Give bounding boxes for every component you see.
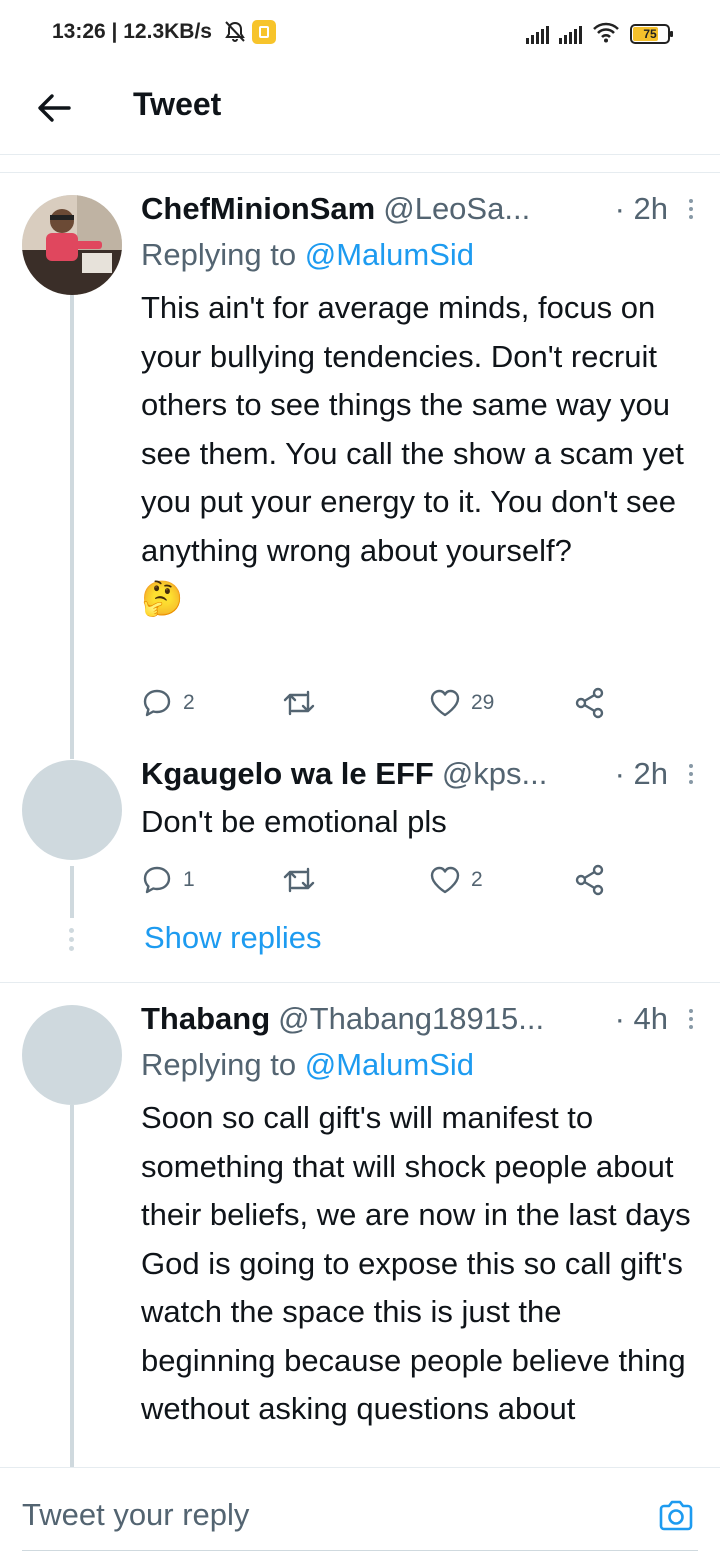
thread-continuation-dots: [69, 928, 74, 951]
signal-icon: [526, 24, 549, 44]
thinking-face-emoji: 🤔: [141, 580, 184, 618]
replying-to: Replying to @MalumSid: [141, 1047, 474, 1083]
mention-link[interactable]: @MalumSid: [305, 237, 474, 272]
tweet-text: This ain't for average minds, focus on y…: [141, 284, 701, 623]
tweet-chefminionsam[interactable]: ChefMinionSam @LeoSa... · 2h Replying to…: [0, 172, 720, 759]
reply-button[interactable]: 2: [141, 683, 195, 723]
handle[interactable]: @kps...: [442, 756, 607, 792]
heart-icon: [430, 866, 460, 894]
display-name[interactable]: ChefMinionSam: [141, 191, 375, 227]
avatar[interactable]: [22, 195, 122, 295]
handle[interactable]: @Thabang18915...: [278, 1001, 606, 1037]
share-icon: [575, 687, 604, 719]
thread-line: [70, 866, 74, 918]
mute-icon: [224, 20, 246, 49]
like-button[interactable]: 29: [429, 683, 494, 723]
tweet-body: This ain't for average minds, focus on y…: [141, 290, 684, 568]
more-options-button[interactable]: [682, 194, 700, 224]
replying-to-prefix: Replying to: [141, 237, 297, 272]
status-time: 13:26 | 12.3KB/s: [52, 20, 212, 43]
reply-icon: [143, 689, 171, 717]
camera-icon: [659, 1500, 693, 1531]
share-button[interactable]: [574, 683, 606, 723]
battery-level: 75: [643, 27, 657, 41]
retweet-button[interactable]: [281, 860, 327, 900]
status-bar: 13:26 | 12.3KB/s 75: [0, 0, 720, 64]
more-options-button[interactable]: [682, 759, 700, 789]
retweet-button[interactable]: [281, 683, 327, 723]
tweet-kgaugelo[interactable]: Kgaugelo wa le EFF @kps... · 2h Don't be…: [0, 752, 720, 982]
thread-line: [70, 1105, 74, 1468]
reply-count: 2: [183, 691, 195, 714]
replying-to: Replying to @MalumSid: [141, 237, 474, 273]
reply-icon: [143, 866, 171, 894]
reply-underline: [22, 1550, 698, 1551]
mention-link[interactable]: @MalumSid: [305, 1047, 474, 1082]
thread-line: [70, 295, 74, 759]
retweet-icon: [283, 690, 315, 716]
back-arrow-icon: [38, 94, 71, 122]
avatar[interactable]: [22, 760, 122, 860]
share-button[interactable]: [574, 860, 606, 900]
camera-button[interactable]: [656, 1496, 696, 1536]
display-name[interactable]: Thabang: [141, 1001, 270, 1037]
battery-icon: 75: [630, 24, 673, 44]
tweet-body: Soon so call gift's will manifest to som…: [141, 1100, 691, 1426]
display-name[interactable]: Kgaugelo wa le EFF: [141, 756, 434, 792]
page-title: Tweet: [133, 86, 222, 122]
heart-icon: [430, 689, 460, 717]
tweet-actions: 1 2: [141, 860, 621, 900]
app-notification-icon: [252, 20, 276, 44]
tweet-text: Soon so call gift's will manifest to som…: [141, 1094, 701, 1434]
tweet-thabang[interactable]: Thabang @Thabang18915... · 4h Replying t…: [0, 982, 720, 1468]
show-replies-link[interactable]: Show replies: [144, 920, 321, 956]
signal-icon: [559, 24, 582, 44]
retweet-icon: [283, 867, 315, 893]
handle[interactable]: @LeoSa...: [383, 191, 606, 227]
tweet-time: · 2h: [614, 756, 668, 791]
share-icon: [575, 864, 604, 896]
avatar[interactable]: [22, 1005, 122, 1105]
tweet-text: Don't be emotional pls: [141, 798, 701, 847]
like-button[interactable]: 2: [429, 860, 483, 900]
reply-input[interactable]: Tweet your reply: [22, 1468, 640, 1561]
like-count: 29: [471, 691, 495, 714]
back-button[interactable]: [30, 84, 78, 132]
reply-bar: Tweet your reply: [0, 1467, 720, 1561]
tweet-time: · 2h: [614, 191, 668, 226]
reply-button[interactable]: 1: [141, 860, 195, 900]
tweet-body: Don't be emotional pls: [141, 804, 447, 839]
more-options-button[interactable]: [682, 1004, 700, 1034]
replying-to-prefix: Replying to: [141, 1047, 297, 1082]
tweet-time: · 4h: [614, 1001, 668, 1036]
wifi-icon: [592, 21, 620, 48]
like-count: 2: [471, 868, 483, 891]
reply-count: 1: [183, 868, 195, 891]
tweet-actions: 2 29: [141, 683, 621, 723]
app-header: Tweet: [0, 64, 720, 155]
